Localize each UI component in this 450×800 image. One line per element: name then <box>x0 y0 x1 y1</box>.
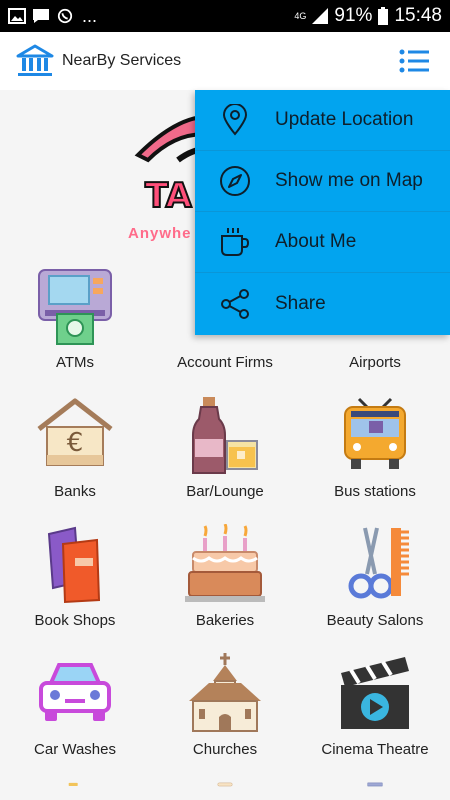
menu-item-label: Update Location <box>275 109 414 130</box>
service-label: Car Washes <box>34 741 116 758</box>
service-tile-bus-stations[interactable]: Bus stations <box>300 391 450 520</box>
clapperboard-icon <box>341 657 409 729</box>
status-bar: ... 4G 91% 15:48 <box>0 0 450 32</box>
partial-icon <box>367 782 383 787</box>
service-label: Cinema Theatre <box>321 741 429 758</box>
coffee-cup-icon <box>221 228 250 256</box>
battery-percent: 91% <box>334 5 373 26</box>
signal-icon <box>312 8 329 24</box>
bank-building-icon <box>16 44 54 76</box>
service-tile-partial-1[interactable] <box>0 778 150 800</box>
service-tile-atms[interactable]: ATMs <box>0 262 150 391</box>
app-title: NearBy Services <box>62 52 182 69</box>
service-tile-bakeries[interactable]: Bakeries <box>150 520 300 649</box>
menu-item-label: Share <box>275 292 326 314</box>
service-tile-cinema-theatre[interactable]: Cinema Theatre <box>300 649 450 778</box>
banner-logo-text: TA <box>144 175 193 217</box>
battery-icon <box>378 7 389 25</box>
clock: 15:48 <box>394 5 442 26</box>
car-icon <box>39 663 111 721</box>
scissors-comb-icon <box>348 527 409 599</box>
banner-tagline: Anywhe <box>128 225 192 242</box>
service-tile-banks[interactable]: € Banks <box>0 391 150 520</box>
menu-item-update-location[interactable]: Update Location <box>195 90 450 151</box>
overflow-menu: Update Location Show me on Map About Me <box>195 90 450 335</box>
service-label: Bakeries <box>195 612 255 629</box>
bus-icon <box>344 397 406 469</box>
partial-icon <box>68 782 78 787</box>
notification-icons: ... <box>8 6 97 27</box>
bar-lounge-icon <box>192 397 258 474</box>
service-label: Banks <box>54 483 96 500</box>
service-label: Account Firms <box>177 354 273 371</box>
service-tile-book-shops[interactable]: Book Shops <box>0 520 150 649</box>
location-pin-icon <box>222 104 248 136</box>
more-notifications: ... <box>82 5 98 26</box>
whatsapp-notification-icon <box>57 8 73 24</box>
service-tile-bar-lounge[interactable]: Bar/Lounge <box>150 391 300 520</box>
service-label: Churches <box>192 741 258 758</box>
overflow-menu-button[interactable] <box>394 41 434 81</box>
service-tile-beauty-salons[interactable]: Beauty Salons <box>300 520 450 649</box>
menu-item-label: Show me on Map <box>275 170 423 191</box>
image-notification-icon <box>8 8 26 24</box>
service-label: Beauty Salons <box>326 612 424 629</box>
church-icon <box>189 653 261 732</box>
message-notification-icon <box>33 9 49 23</box>
service-label: Book Shops <box>34 612 116 629</box>
atm-icon <box>38 269 112 345</box>
cake-icon <box>185 524 265 602</box>
service-label: ATMs <box>55 354 95 371</box>
list-menu-icon <box>399 49 429 73</box>
network-type: 4G <box>294 10 307 21</box>
service-tile-partial-3[interactable] <box>300 778 450 800</box>
bank-icon: € <box>37 398 113 466</box>
compass-icon <box>220 166 250 196</box>
partial-icon <box>217 782 233 787</box>
service-label: Bar/Lounge <box>186 483 264 500</box>
menu-item-show-on-map[interactable]: Show me on Map <box>195 151 450 212</box>
app-bar: NearBy Services <box>0 32 450 90</box>
svg-text:€: € <box>67 428 84 458</box>
menu-item-about-me[interactable]: About Me <box>195 212 450 273</box>
service-label: Bus stations <box>334 483 416 500</box>
service-tile-churches[interactable]: Churches <box>150 649 300 778</box>
books-icon <box>47 526 101 604</box>
service-tile-car-washes[interactable]: Car Washes <box>0 649 150 778</box>
menu-item-share[interactable]: Share <box>195 273 450 334</box>
share-icon <box>221 288 249 319</box>
menu-item-label: About Me <box>275 231 357 252</box>
service-label: Airports <box>349 354 401 371</box>
service-tile-partial-2[interactable] <box>150 778 300 800</box>
